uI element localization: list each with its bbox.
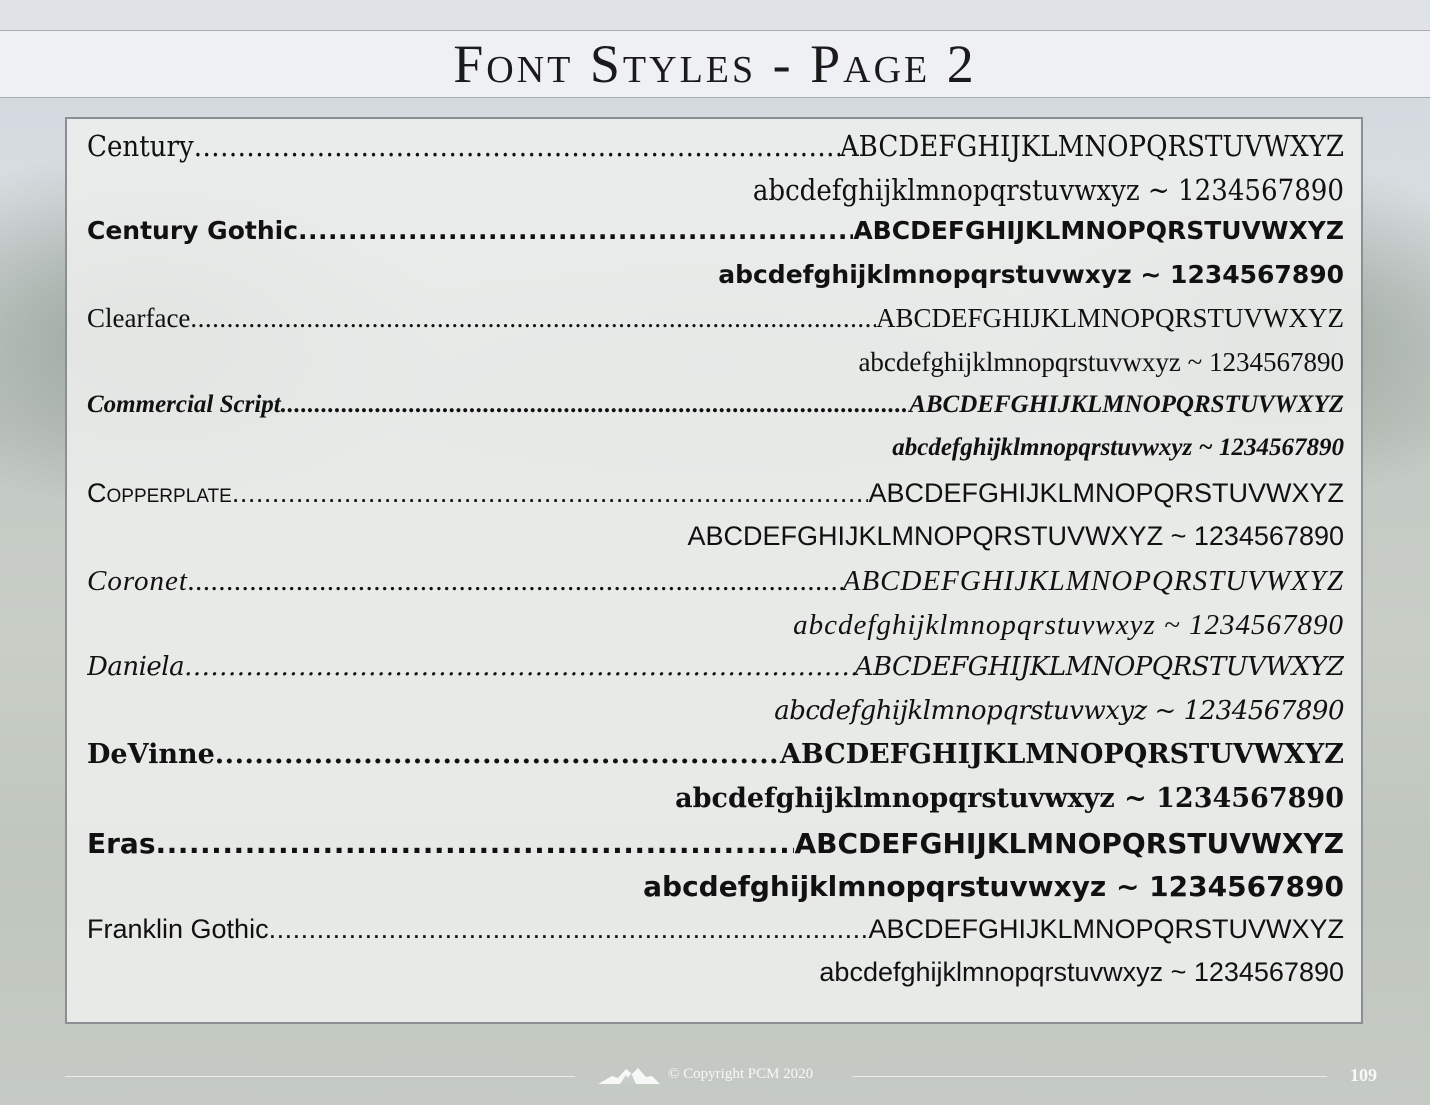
font-row-commercial-script: Commercial Script ABCDEFGHIJKLMNOPQRSTUV… [87,391,1344,435]
font-row-century: Century ABCDEFGHIJKLMNOPQRSTUVWXYZ [87,129,1344,173]
lowercase-sample: ABCDEFGHIJKLMNOPQRSTUVWXYZ ~ 1234567890 [87,521,1344,565]
page-footer: © Copyright PCM 2020 109 [0,1060,1430,1094]
lowercase-text: abcdefghijklmnopqrstuvwxyz ~ 1234567890 [892,434,1344,462]
font-name: Century [87,129,194,163]
uppercase-sample: ABCDEFGHIJKLMNOPQRSTUVWXYZ [875,303,1344,334]
font-name: Coronet [87,564,188,597]
dot-leader [184,652,855,682]
font-name: DeVinne [87,739,215,771]
uppercase-sample: ABCDEFGHIJKLMNOPQRSTUVWXYZ [909,390,1344,418]
lowercase-text: abcdefghijklmnopqrstuvwxyz ~ 1234567890 [793,608,1344,641]
font-name: Commercial Script [87,390,281,418]
dot-leader [298,216,853,245]
footer-rule-right [852,1076,1327,1077]
uppercase-sample: ABCDEFGHIJKLMNOPQRSTUVWXYZ [853,216,1344,246]
uppercase-sample: ABCDEFGHIJKLMNOPQRSTUVWXYZ [794,826,1344,860]
lowercase-text: abcdefghijklmnopqrstuvwxyz ~ 1234567890 [718,259,1344,289]
lowercase-sample: abcdefghijklmnopqrstuvwxyz ~ 1234567890 [87,870,1344,914]
font-name: Clearface [87,303,191,334]
uppercase-sample: ABCDEFGHIJKLMNOPQRSTUVWXYZ [779,739,1344,771]
lowercase-text: ABCDEFGHIJKLMNOPQRSTUVWXYZ ~ 1234567890 [687,521,1344,552]
lowercase-text: abcdefghijklmnopqrstuvwxyz ~ 1234567890 [752,172,1344,207]
font-row-clearface: Clearface ABCDEFGHIJKLMNOPQRSTUVWXYZ [87,303,1344,347]
lowercase-text: abcdefghijklmnopqrstuvwxyz ~ 1234567890 [643,870,1344,904]
lowercase-text: abcdefghijklmnopqrstuvwxyz ~ 1234567890 [774,695,1344,726]
top-strip [0,0,1430,30]
lowercase-sample: abcdefghijklmnopqrstuvwxyz ~ 1234567890 [87,696,1344,740]
dot-leader [232,478,869,509]
uppercase-sample: ABCDEFGHIJKLMNOPQRSTUVWXYZ [868,477,1344,508]
dot-leader [269,914,869,945]
lowercase-sample: abcdefghijklmnopqrstuvwxyz ~ 1234567890 [87,434,1344,478]
uppercase-sample: ABCDEFGHIJKLMNOPQRSTUVWXYZ [868,913,1344,944]
mountain-logo-icon [598,1068,660,1084]
page-number: 109 [1350,1065,1377,1085]
lowercase-sample: abcdefghijklmnopqrstuvwxyz ~ 1234567890 [87,957,1344,1001]
font-row-devinne: DeVinne ABCDEFGHIJKLMNOPQRSTUVWXYZ [87,739,1344,783]
copyright-text: © Copyright PCM 2020 [668,1066,814,1082]
dot-leader [194,129,840,163]
dot-leader [215,739,780,770]
lowercase-text: abcdefghijklmnopqrstuvwxyz ~ 1234567890 [858,346,1344,377]
dot-leader [156,827,795,860]
lowercase-text: abcdefghijklmnopqrstuvwxyz ~ 1234567890 [819,957,1344,988]
dot-leader [190,303,876,334]
title-band: Font Styles - Page 2 [0,30,1430,98]
font-row-coronet: Coronet ABCDEFGHIJKLMNOPQRSTUVWXYZ [87,565,1344,609]
footer-rule-left [65,1076,575,1077]
dot-leader [188,565,843,598]
font-row-daniela: Daniela ABCDEFGHIJKLMNOPQRSTUVWXYZ [87,652,1344,696]
lowercase-sample: abcdefghijklmnopqrstuvwxyz ~ 1234567890 [87,260,1344,304]
font-name: Copperplate [87,477,232,508]
lowercase-sample: abcdefghijklmnopqrstuvwxyz ~ 1234567890 [87,783,1344,827]
font-name: Daniela [87,652,185,683]
font-row-franklin-gothic: Franklin Gothic ABCDEFGHIJKLMNOPQRSTUVWX… [87,914,1344,958]
lowercase-sample: abcdefghijklmnopqrstuvwxyz ~ 1234567890 [87,173,1344,217]
font-list: Century ABCDEFGHIJKLMNOPQRSTUVWXYZ abcde… [87,129,1344,1001]
uppercase-sample: ABCDEFGHIJKLMNOPQRSTUVWXYZ [839,129,1344,163]
page-title: Font Styles - Page 2 [453,34,977,94]
font-sample-panel: Century ABCDEFGHIJKLMNOPQRSTUVWXYZ abcde… [65,117,1363,1024]
font-row-copperplate: Copperplate ABCDEFGHIJKLMNOPQRSTUVWXYZ [87,478,1344,522]
font-name: Franklin Gothic [87,913,269,944]
font-name: Century Gothic [87,216,299,246]
uppercase-sample: ABCDEFGHIJKLMNOPQRSTUVWXYZ [854,652,1344,683]
font-row-century-gothic: Century Gothic ABCDEFGHIJKLMNOPQRSTUVWXY… [87,216,1344,260]
lowercase-text: abcdefghijklmnopqrstuvwxyz ~ 1234567890 [675,782,1344,814]
dot-leader [281,391,909,419]
lowercase-sample: abcdefghijklmnopqrstuvwxyz ~ 1234567890 [87,609,1344,653]
lowercase-sample: abcdefghijklmnopqrstuvwxyz ~ 1234567890 [87,347,1344,391]
font-name: Eras [87,826,156,860]
font-row-eras: Eras ABCDEFGHIJKLMNOPQRSTUVWXYZ [87,827,1344,871]
uppercase-sample: ABCDEFGHIJKLMNOPQRSTUVWXYZ [842,564,1344,597]
